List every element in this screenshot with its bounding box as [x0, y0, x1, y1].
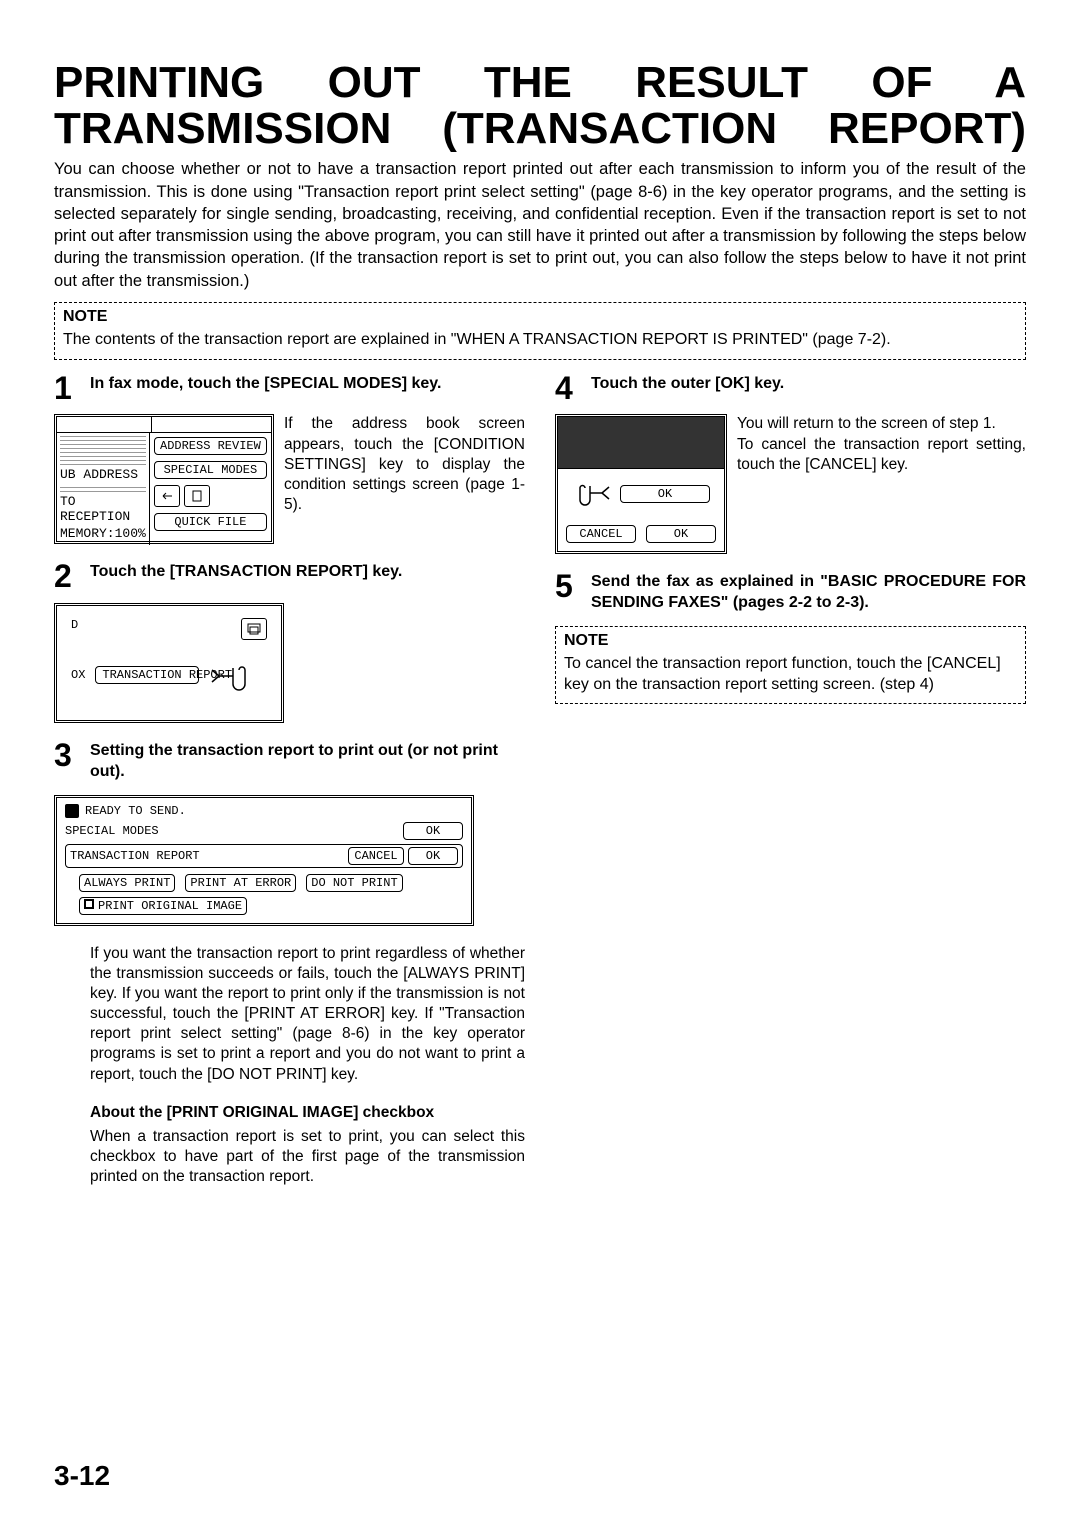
transaction-report-label: TRANSACTION REPORT: [102, 669, 192, 682]
special-modes-button[interactable]: SPECIAL MODES: [154, 461, 267, 479]
transaction-report-button[interactable]: TRANSACTION REPORT: [95, 666, 199, 685]
step-1-side: If the address book screen appears, touc…: [284, 414, 525, 515]
label-memory: MEMORY:100%: [60, 526, 146, 541]
step-3-subhead: About the [PRINT ORIGINAL IMAGE] checkbo…: [90, 1103, 525, 1123]
cancel-button-step3[interactable]: CANCEL: [348, 847, 404, 865]
note-title-2: NOTE: [564, 631, 1017, 652]
screen-step2: D OX TRANSACTION REPORT: [54, 603, 284, 723]
ok-button-small[interactable]: OK: [646, 525, 716, 543]
intro-paragraph: You can choose whether or not to have a …: [54, 158, 1026, 292]
print-original-image-label: PRINT ORIGINAL IMAGE: [98, 899, 242, 913]
label-d: D: [71, 618, 78, 640]
screen-step3: READY TO SEND. SPECIAL MODES OK TRANSACT…: [54, 795, 474, 926]
note-box-2: NOTE To cancel the transaction report fu…: [555, 626, 1026, 704]
step-1-title: In fax mode, touch the [SPECIAL MODES] k…: [90, 374, 441, 403]
step-3-paragraph: If you want the transaction report to pr…: [90, 944, 525, 1085]
ok-button-outer[interactable]: OK: [403, 822, 463, 840]
label-sub-address: UB ADDRESS: [60, 467, 146, 482]
cancel-button-step4[interactable]: CANCEL: [566, 525, 636, 543]
printer-icon: [241, 618, 267, 640]
label-ox: OX: [71, 668, 85, 682]
step-4-side: You will return to the screen of step 1.: [737, 414, 1026, 434]
step-5-title: Send the fax as explained in "BASIC PROC…: [591, 572, 1026, 614]
step-3-paragraph-2: When a transaction report is set to prin…: [90, 1127, 525, 1187]
always-print-button[interactable]: ALWAYS PRINT: [79, 874, 175, 892]
label-special-modes: SPECIAL MODES: [65, 824, 159, 838]
step-3-title: Setting the transaction report to print …: [90, 741, 525, 783]
ok-button-inner[interactable]: OK: [408, 847, 458, 865]
step-4-side-2: To cancel the transaction report setting…: [737, 435, 1026, 475]
note-box-1: NOTE The contents of the transaction rep…: [54, 302, 1026, 360]
checkbox-icon: [84, 899, 94, 909]
note-title: NOTE: [63, 307, 1017, 328]
print-original-image-checkbox[interactable]: PRINT ORIGINAL IMAGE: [79, 897, 247, 915]
note-body: The contents of the transaction report a…: [63, 330, 1017, 351]
screen-step4: OK CANCEL OK: [555, 414, 727, 554]
step-number-4: 4: [555, 374, 581, 403]
ok-button-big[interactable]: OK: [620, 485, 710, 503]
thumbnail-icon: [60, 435, 146, 465]
thumbnail-icon: [60, 484, 146, 492]
step-number-1: 1: [54, 374, 80, 403]
print-at-error-button[interactable]: PRINT AT ERROR: [185, 874, 296, 892]
page-number: 3-12: [54, 1460, 110, 1492]
back-icon[interactable]: [154, 485, 180, 507]
step-number-2: 2: [54, 562, 80, 591]
quick-file-button[interactable]: QUICK FILE: [154, 513, 267, 531]
note-body-2: To cancel the transaction report functio…: [564, 654, 1017, 696]
do-not-print-button[interactable]: DO NOT PRINT: [306, 874, 402, 892]
step-number-3: 3: [54, 741, 80, 783]
label-ready: READY TO SEND.: [85, 804, 186, 818]
hand-pointer-icon: [209, 658, 249, 692]
step-2-title: Touch the [TRANSACTION REPORT] key.: [90, 562, 402, 591]
label-to-reception: TO RECEPTION: [60, 494, 146, 524]
screen-step1: UB ADDRESS TO RECEPTION MEMORY:100% ADDR…: [54, 414, 274, 544]
step-4-title: Touch the outer [OK] key.: [591, 374, 784, 403]
step-number-5: 5: [555, 572, 581, 614]
label-transaction-report: TRANSACTION REPORT: [70, 849, 200, 863]
phone-icon: [65, 804, 79, 818]
address-review-button[interactable]: ADDRESS REVIEW: [154, 437, 267, 455]
main-title-line2: TRANSMISSION (TRANSACTION REPORT): [54, 106, 1026, 152]
hand-pointer-icon: [572, 479, 612, 509]
doc-icon[interactable]: [184, 485, 210, 507]
main-title-line1: PRINTING OUT THE RESULT OF A: [54, 60, 1026, 106]
